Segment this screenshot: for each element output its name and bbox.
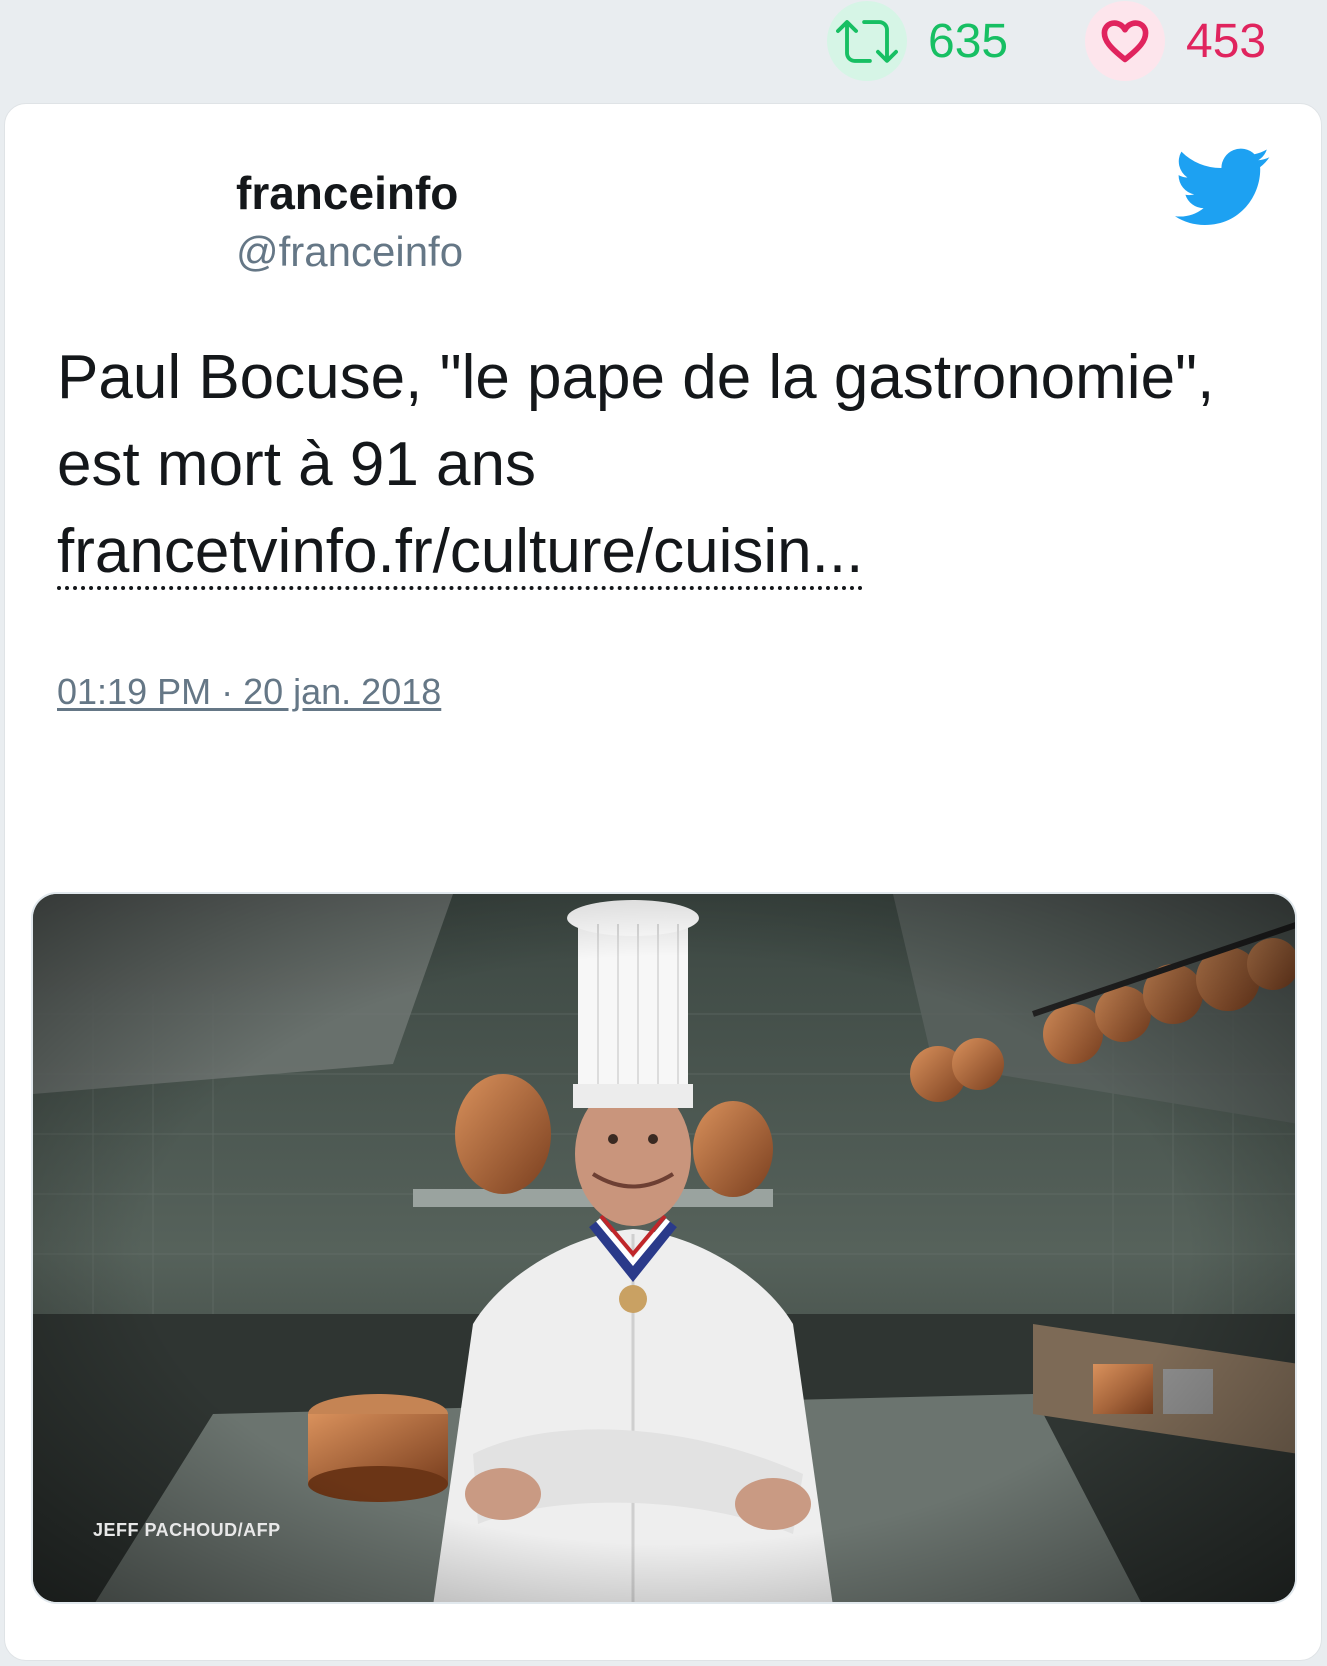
heart-icon: [1101, 20, 1149, 63]
retweet-count-icon[interactable]: [827, 1, 907, 81]
author-handle[interactable]: @franceinfo: [236, 227, 463, 277]
retweet-count: 635: [928, 15, 1009, 68]
tweet-timestamp[interactable]: 01:19 PM · 20 jan. 2018: [57, 670, 441, 714]
engagement-stats: 635 453: [0, 0, 1327, 96]
tweet-text: Paul Bocuse, "le pape de la gastronomie"…: [57, 334, 1257, 595]
like-count-icon[interactable]: [1085, 1, 1165, 81]
tweet-photo[interactable]: JEFF PACHOUD/AFP: [31, 892, 1297, 1604]
tweet-link[interactable]: francetvinfo.fr/culture/cuisin...: [57, 517, 864, 590]
chef-kitchen-photo: [33, 894, 1295, 1602]
tweet-body: Paul Bocuse, "le pape de la gastronomie"…: [57, 343, 1215, 499]
retweet-icon: [836, 20, 898, 63]
author-name[interactable]: franceinfo: [236, 166, 458, 220]
photo-credit: JEFF PACHOUD/AFP: [93, 1520, 281, 1540]
twitter-bird-icon[interactable]: [1175, 148, 1271, 228]
tweet-card: franceinfo @franceinfo Paul Bocuse, "le …: [4, 103, 1322, 1661]
like-count: 453: [1186, 15, 1267, 68]
